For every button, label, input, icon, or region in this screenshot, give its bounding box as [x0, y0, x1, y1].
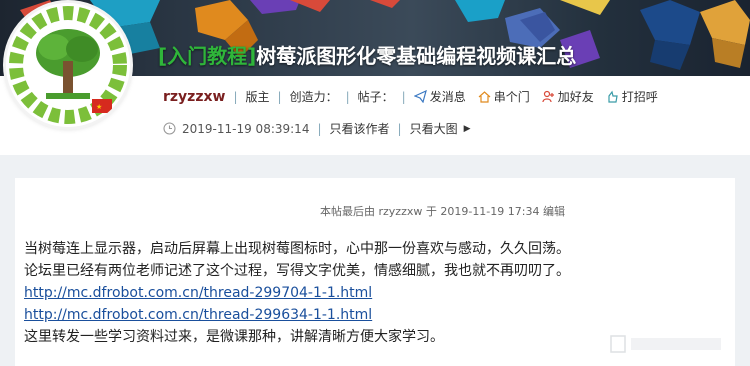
svg-text:★: ★ — [96, 103, 102, 111]
thread-header: ★ [入门教程]树莓派图形化零基础编程视频课汇总 rzyzzxw | 版主 | … — [0, 0, 750, 155]
author-name-link[interactable]: rzyzzxw — [163, 89, 225, 105]
divider: | — [277, 89, 282, 104]
thread-title: [入门教程]树莓派图形化零基础编程视频课汇总 — [158, 40, 576, 69]
thread-link[interactable]: http://mc.dfrobot.com.cn/thread-299704-1… — [24, 282, 570, 304]
post-paragraph: 当树莓连上显示器，启动后屏幕上出现树莓图标时，心中那一份喜欢与感动，久久回荡。 — [24, 241, 570, 257]
say-hello-icon — [608, 90, 618, 103]
only-author-link[interactable]: 只看该作者 — [330, 120, 390, 137]
post-paragraph: 这里转发一些学习资料过来，是微课那种，讲解清晰方便大家学习。 — [24, 329, 444, 345]
say-hello-label: 打招呼 — [621, 90, 658, 104]
divider: | — [317, 121, 322, 136]
divider: | — [345, 89, 350, 104]
divider: | — [397, 121, 402, 136]
edited-note: 本帖最后由 rzyzzxw 于 2019-11-19 17:34 编辑 — [320, 205, 565, 218]
post-body: 本帖最后由 rzyzzxw 于 2019-11-19 17:34 编辑 当树莓连… — [15, 178, 735, 366]
add-friend-label: 加好友 — [557, 90, 594, 104]
play-arrow-icon[interactable]: ▶ — [464, 124, 471, 134]
visit-home-button[interactable]: 串个门 — [478, 88, 530, 105]
author-role: 版主 — [245, 90, 270, 104]
visit-home-icon — [478, 91, 491, 103]
thread-title-text: 树莓派图形化零基础编程视频课汇总 — [256, 44, 577, 68]
post-timestamp: 2019-11-19 08:39:14 — [182, 121, 310, 136]
post-paragraph: 论坛里已经有两位老师记述了这个过程，写得文字优美，情感细腻，我也就不再叨叨了。 — [24, 263, 570, 279]
large-image-link[interactable]: 只看大图 — [410, 120, 458, 137]
site-watermark-logo — [610, 335, 721, 353]
posts-label: 帖子： — [357, 90, 394, 104]
post-meta-row: 2019-11-19 08:39:14 | 只看该作者 | 只看大图 ▶ — [163, 120, 471, 137]
add-friend-button[interactable]: 加好友 — [542, 88, 594, 105]
thread-title-tag[interactable]: [入门教程] — [158, 44, 256, 68]
avatar-logo: ★ — [6, 3, 130, 127]
author-avatar[interactable]: ★ — [6, 3, 130, 127]
divider: | — [401, 89, 406, 104]
divider: | — [233, 89, 238, 104]
clock-icon — [163, 122, 176, 135]
send-message-icon — [413, 90, 427, 103]
author-info-row: rzyzzxw | 版主 | 创造力： | 帖子： | 发消息 串个门 加好友 … — [163, 88, 670, 105]
add-friend-icon — [542, 90, 554, 103]
thread-link[interactable]: http://mc.dfrobot.com.cn/thread-299634-1… — [24, 304, 570, 326]
say-hello-button[interactable]: 打招呼 — [606, 88, 658, 105]
creativity-label: 创造力： — [289, 90, 338, 104]
post-content: 当树莓连上显示器，启动后屏幕上出现树莓图标时，心中那一份喜欢与感动，久久回荡。 … — [24, 238, 570, 348]
visit-home-label: 串个门 — [493, 90, 530, 104]
send-message-button[interactable]: 发消息 — [413, 88, 466, 105]
send-message-label: 发消息 — [429, 90, 466, 104]
